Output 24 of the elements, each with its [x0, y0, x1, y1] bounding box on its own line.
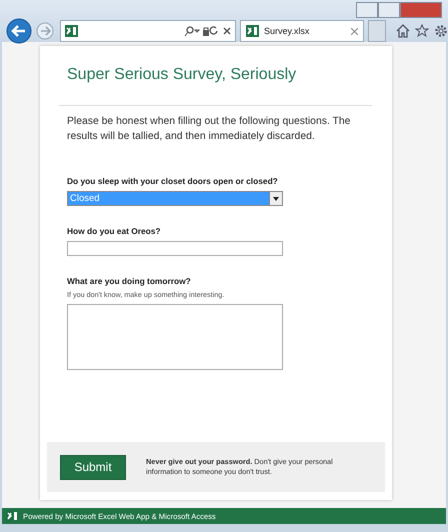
back-button[interactable] [6, 18, 32, 44]
spreadsheet-icon [65, 25, 78, 37]
text-field[interactable] [67, 241, 283, 256]
home-icon[interactable] [396, 24, 410, 38]
settings-icon[interactable] [434, 24, 448, 38]
browser-tab[interactable]: Survey.xlsx [240, 20, 364, 42]
question-label: How do you eat Oreos? [67, 226, 162, 236]
submit-button[interactable]: Submit [60, 454, 126, 480]
minimize-button[interactable] [356, 2, 378, 18]
spreadsheet-icon [246, 25, 259, 37]
close-tab-icon[interactable] [351, 28, 358, 34]
dropdown-arrow-icon[interactable] [273, 196, 279, 201]
intro-text: Please be honest when filling out the following questions. The results will be tallied, and then immediately discarded. [67, 115, 352, 144]
maximize-button[interactable] [378, 2, 400, 18]
dropdown[interactable]: Closed [67, 191, 283, 206]
question-label: What are you doing tomorrow? [67, 276, 192, 286]
survey-title: Super Serious Survey, Seriously [67, 66, 298, 84]
tab-title: Survey.xlsx [264, 26, 310, 36]
stop-icon[interactable] [223, 27, 231, 35]
spreadsheet-icon [6, 510, 19, 522]
star-icon[interactable] [415, 24, 429, 38]
search-icon[interactable] [183, 26, 219, 36]
question-label: Do you sleep with your closet doors open or closed? [67, 176, 279, 186]
address-bar[interactable] [60, 20, 236, 42]
